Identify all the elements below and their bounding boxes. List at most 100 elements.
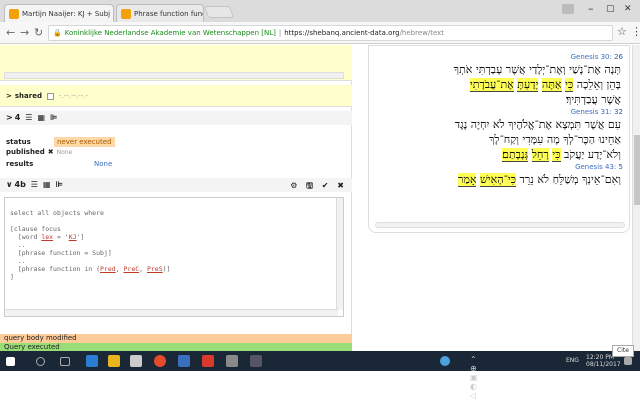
notifications-icon[interactable]: [624, 357, 632, 365]
hebrew-text-pane: Genesis 30: 26 תְּנָה אֶת־נָשַׁי וְאֶת־י…: [368, 45, 630, 233]
tab-query[interactable]: Martijn Naaijer: KJ + Subj ✕: [4, 4, 114, 22]
code-line: [phrase function = Subj]: [10, 249, 112, 257]
gear-icon[interactable]: ⚙: [290, 181, 297, 190]
url-path: /hebrew/text: [399, 29, 445, 37]
results-label: results: [6, 160, 34, 168]
url-host: https://shebanq.ancient-data.org: [284, 29, 400, 37]
shared-value: -.--.--.--.-: [58, 92, 89, 100]
query-count: 4b: [14, 180, 26, 189]
shebanq-favicon-icon: [9, 8, 19, 19]
profile-icon[interactable]: [562, 4, 574, 14]
hebrew-line: וְאִם־אֵינְךָ מְשַׁלֵּחַ לֹא נֵרֵד כִּי־…: [457, 173, 621, 187]
highlight: גְּנָבָתַם׃: [502, 148, 529, 162]
menu-dots-icon[interactable]: ⋮: [631, 25, 640, 38]
back-icon[interactable]: ←: [6, 26, 15, 39]
task-view-icon[interactable]: [60, 357, 70, 366]
bookmark-star-icon[interactable]: ☆: [617, 25, 627, 38]
chart-view-icon[interactable]: ⊫: [50, 113, 57, 122]
highlight: רָחֵל: [531, 148, 549, 162]
description-hscroll[interactable]: [4, 72, 344, 79]
close-tab-icon[interactable]: ✕: [110, 9, 113, 18]
verse-ref[interactable]: Genesis 30: 26: [369, 52, 629, 62]
verse-ref[interactable]: Genesis 31: 32: [369, 107, 629, 117]
close-window-button[interactable]: ✕: [624, 4, 632, 14]
hebrew-line: אַחֵינוּ הַכֶּר־לְךָ מָה עִמָּדִי וְקַח־…: [489, 133, 621, 146]
code-line: ..: [10, 241, 26, 249]
status-label: status: [6, 138, 31, 146]
hebrew-line: וְלֹא־יָדַע יַעֲקֹב כִּי רָחֵל גְּנָבָתַ…: [502, 148, 621, 162]
code-line: ..: [10, 257, 26, 265]
clock-date[interactable]: 08/11/2017: [586, 362, 621, 368]
unpublished-icon: ✖: [47, 148, 54, 156]
settings-icon[interactable]: [178, 355, 190, 367]
url-input[interactable]: 🔒 Koninklijke Nederlandse Akademie van W…: [48, 25, 613, 41]
code-line: [clause focus: [10, 225, 61, 233]
store-icon[interactable]: [130, 355, 142, 367]
restore-button[interactable]: ▢: [606, 4, 615, 14]
published-label: published: [6, 148, 45, 156]
chevron-right-icon[interactable]: >: [6, 113, 13, 122]
chevron-right-icon[interactable]: >: [6, 92, 12, 100]
highlight: כִּי: [552, 148, 561, 162]
hebrew-hscroll[interactable]: [375, 222, 625, 228]
shared-label: shared: [14, 92, 42, 100]
acrobat-icon[interactable]: [202, 355, 214, 367]
check-icon[interactable]: ✔: [322, 181, 329, 190]
tab-bar: Martijn Naaijer: KJ + Subj ✕ Phrase func…: [0, 0, 640, 22]
code-line: [word lex = 'KJ']: [10, 233, 85, 241]
results-value: None: [94, 160, 113, 168]
chart-view-icon[interactable]: ⊫: [56, 180, 63, 189]
new-tab-button[interactable]: [203, 6, 235, 18]
query-editor[interactable]: select all objects where​[clause focus […: [4, 197, 344, 317]
status-row: status never executed: [6, 137, 115, 147]
shared-row: > shared -.--.--.--.-: [0, 85, 352, 107]
language-indicator[interactable]: ENG: [566, 358, 579, 364]
tray-icons[interactable]: ⌃ ⊕ ▣ ◐ ◁: [470, 355, 482, 400]
chrome-icon[interactable]: [154, 355, 166, 367]
reload-icon[interactable]: ↻: [34, 26, 43, 39]
highlight: יָדַעְתָּ: [517, 78, 539, 92]
forward-icon[interactable]: →: [20, 26, 29, 39]
file-explorer-icon[interactable]: [108, 355, 120, 367]
highlight: כִּי: [565, 78, 574, 92]
page-vscroll[interactable]: [632, 45, 640, 351]
editor-vscroll[interactable]: [336, 198, 343, 310]
photos-icon[interactable]: [250, 355, 262, 367]
list-view-icon[interactable]: ☰: [25, 113, 32, 122]
close-icon[interactable]: ✖: [337, 181, 344, 190]
address-bar: ← → ↻ 🔒 Koninklijke Nederlandse Akademie…: [0, 22, 640, 44]
page-vscroll-thumb[interactable]: [634, 135, 640, 205]
minimize-button[interactable]: –: [588, 2, 594, 15]
grid-view-icon[interactable]: ▦: [43, 180, 51, 189]
query-code[interactable]: select all objects where​[clause focus […: [5, 198, 343, 300]
site-identity: Koninklijke Nederlandse Akademie van Wet…: [64, 29, 276, 37]
edge-icon[interactable]: [86, 355, 98, 367]
shebanq-favicon-icon: [121, 8, 131, 19]
highlight: אָמַר: [457, 173, 477, 187]
verse-ref[interactable]: Genesis 43: 5: [369, 162, 629, 172]
windows-start-icon[interactable]: [6, 357, 15, 366]
search-icon[interactable]: [36, 357, 45, 366]
tab-title: Martijn Naaijer: KJ + Subj: [22, 9, 111, 18]
lock-icon: 🔒: [53, 29, 62, 37]
tab-phrase-function[interactable]: Phrase function function ✕: [116, 4, 204, 22]
chevron-down-icon[interactable]: ∨: [6, 180, 13, 189]
shared-checkbox[interactable]: [46, 92, 54, 100]
code-line: ]: [10, 273, 14, 281]
code-line: ​: [10, 217, 338, 225]
paint-icon[interactable]: [226, 355, 238, 367]
editor-hscroll[interactable]: [5, 309, 338, 316]
status-badge: never executed: [54, 137, 115, 147]
results-header: > 4 ☰ ▦ ⊫: [0, 111, 352, 125]
list-view-icon[interactable]: ☰: [31, 180, 38, 189]
page-content: > shared -.--.--.--.- > 4 ☰ ▦ ⊫ status n…: [0, 45, 640, 352]
hebrew-line: בָּהֵן וְאֵלֵכָה כִּי אַתָּה יָדַעְתָּ א…: [469, 78, 621, 92]
grid-view-icon[interactable]: ▦: [37, 113, 45, 122]
results-count: 4: [14, 113, 21, 122]
save-icon[interactable]: 🖫: [306, 181, 313, 190]
help-icon[interactable]: [440, 356, 450, 366]
code-line: select all objects where: [10, 209, 104, 217]
hebrew-line: אֲשֶׁר עֲבַדְתִּיךָ׃: [565, 93, 621, 106]
highlight: אַתָּה: [541, 78, 562, 92]
cite-button[interactable]: Cite: [612, 345, 634, 357]
